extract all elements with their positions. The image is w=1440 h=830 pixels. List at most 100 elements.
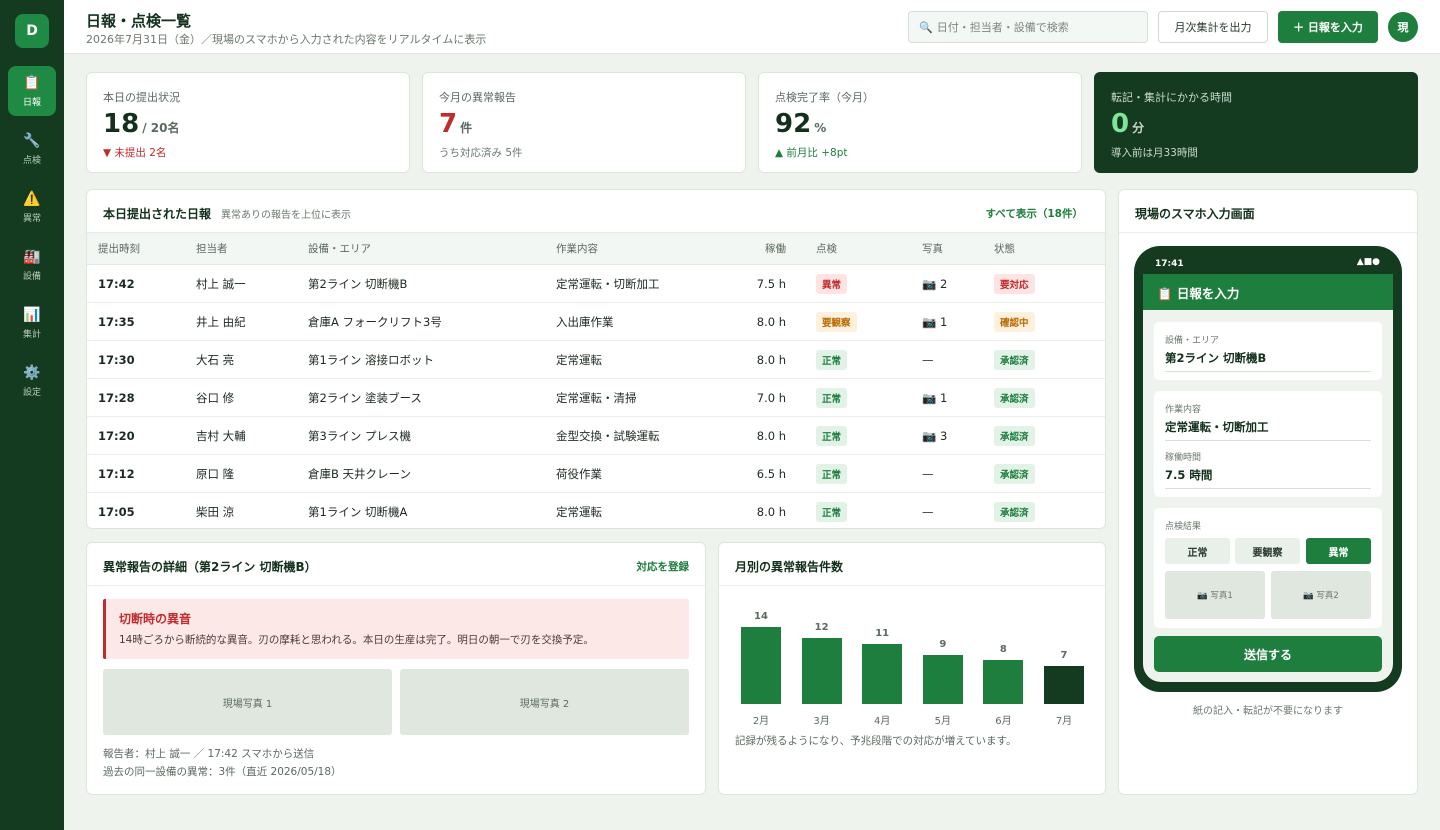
submit-time-cell: 17:42 — [87, 264, 196, 303]
operating-hours-cell: 6.5 h — [728, 454, 816, 493]
table-row[interactable]: 17:28 谷口 修 第2ライン 塗装ブース 定常運転・清掃 7.0 h 正常 📷 1 承認済 — [87, 378, 1105, 417]
sidebar-item-label: 点検 — [22, 155, 41, 166]
operating-hours-cell: 8.0 h — [728, 302, 816, 341]
phone-form-header: 📋 日報を入力 — [1143, 274, 1393, 310]
new-report-button[interactable]: ＋ 日報を入力 — [1278, 11, 1378, 43]
sidebar-item-summary[interactable]: 📊 集計 — [8, 298, 56, 348]
send-button[interactable]: 送信する — [1154, 636, 1382, 672]
work-input[interactable]: 定常運転・切断加工 — [1165, 419, 1371, 441]
operating-hours-cell: 7.0 h — [728, 378, 816, 417]
assignee-cell: 原口 隆 — [196, 454, 308, 493]
assignee: 原口 隆 — [196, 466, 235, 481]
sidebar-item-inspection[interactable]: 🔧 点検 — [8, 124, 56, 174]
table-row[interactable]: 17:35 井上 由紀 倉庫A フォークリフト3号 入出庫作業 8.0 h 要観察 📷 1 確… — [87, 302, 1105, 341]
monthly-anomaly-chart-card: 月別の異常報告件数 14 2月 12 3月 11 4月 9 5月 8 6月 7 7月 記録が残るように… — [718, 542, 1106, 795]
operating-hours: 8.0 h — [756, 504, 786, 519]
assignee-cell: 大石 亮 — [196, 340, 308, 379]
equipment-area: 第3ライン プレス機 — [308, 428, 411, 443]
check-badge-cell: 正常 — [816, 340, 922, 379]
operating-hours-cell: 8.0 h — [728, 416, 816, 455]
equipment-area-cell: 倉庫A フォークリフト3号 — [308, 302, 556, 341]
equipment-area: 倉庫B 天井クレーン — [308, 466, 411, 481]
table-row[interactable]: 17:20 吉村 大輔 第3ライン プレス機 金型交換・試験運転 8.0 h 正常 📷 3 承… — [87, 416, 1105, 455]
option-watch-button[interactable]: 要観察 — [1235, 538, 1300, 564]
x-tick-label: 3月 — [813, 716, 830, 727]
site-photo-1[interactable]: 現場写真 1 — [103, 669, 392, 735]
column-header[interactable]: 稼働 — [728, 232, 816, 265]
work-content: 定常運転 — [556, 504, 602, 519]
check-badge: 正常 — [816, 501, 848, 522]
table-row[interactable]: 17:42 村上 誠一 第2ライン 切断機B 定常運転・切断加工 7.5 h 異常 📷 2 要… — [87, 264, 1105, 303]
submit-time-cell: 17:05 — [87, 492, 196, 528]
column-header[interactable]: 状態 — [994, 232, 1105, 265]
bar-value-label: 11 — [875, 627, 890, 639]
show-all-link[interactable]: すべて表示（18件） — [986, 206, 1083, 221]
photo-count-cell: 📷 2 — [922, 264, 994, 303]
kpi-completion-rate: 点検完了率（今月） 92% ▲ 前月比 +8pt — [758, 72, 1082, 173]
check-badge-cell: 正常 — [816, 378, 922, 417]
sidebar-item-daily-report[interactable]: 📋 日報 — [8, 66, 56, 116]
table-row[interactable]: 17:30 大石 亮 第1ライン 溶接ロボット 定常運転 8.0 h 正常 — 承認済 — [87, 340, 1105, 379]
avatar[interactable]: 現 — [1388, 12, 1418, 42]
status-badge: 承認済 — [994, 501, 1035, 522]
phone-work-fields: 作業内容 定常運転・切断加工 稼働時間 7.5 時間 — [1154, 391, 1382, 497]
column-header[interactable]: 作業内容 — [556, 232, 728, 265]
sidebar-item-equipment[interactable]: 🏭 設備 — [8, 240, 56, 290]
wrench-icon: 🔧 — [23, 132, 41, 149]
kpi-transcription-time: 転記・集計にかかる時間 0分 導入前は月33時間 — [1094, 72, 1418, 173]
register-action-link[interactable]: 対応を登録 — [637, 559, 690, 574]
x-tick-label: 4月 — [874, 716, 891, 727]
status-badge: 確認中 — [994, 311, 1035, 332]
phone-area-field[interactable]: 設備・エリア 第2ライン 切断機B — [1154, 322, 1382, 380]
alert-body: 14時ごろから断続的な異音。刃の摩耗と思われる。本日の生産は完了。明日の朝一で刃… — [119, 634, 594, 646]
reports-subtitle: 異常ありの報告を上位に表示 — [221, 210, 352, 221]
column-header[interactable]: 設備・エリア — [308, 232, 556, 265]
sidebar-item-anomaly[interactable]: ⚠️ 異常 — [8, 182, 56, 232]
photo-count-cell: 📷 1 — [922, 302, 994, 341]
sidebar-item-label: 設定 — [22, 387, 41, 398]
photo-count-cell: 📷 1 — [922, 378, 994, 417]
kpi-label: 転記・集計にかかる時間 — [1111, 91, 1232, 104]
search-input[interactable]: 🔍 日付・担当者・設備で検索 — [908, 11, 1148, 43]
sidebar-item-settings[interactable]: ⚙️ 設定 — [8, 356, 56, 406]
option-normal-button[interactable]: 正常 — [1165, 538, 1230, 564]
column-header[interactable]: 点検 — [816, 232, 922, 265]
hours-input[interactable]: 7.5 時間 — [1165, 467, 1371, 489]
work-content-cell: 荷役作業 — [556, 454, 728, 493]
table-row[interactable]: 17:05 柴田 涼 第1ライン 切断機A 定常運転 8.0 h 正常 — 承認済 — [87, 492, 1105, 528]
factory-icon: 🏭 — [23, 248, 41, 265]
assignee: 大石 亮 — [196, 352, 235, 367]
reports-title: 本日提出された日報 — [103, 207, 212, 221]
kpi-value: 92 — [775, 109, 812, 139]
equipment-area-cell: 第2ライン 切断機B — [308, 264, 556, 303]
field-label: 稼働時間 — [1165, 453, 1202, 463]
search-icon: 🔍 — [919, 20, 933, 34]
kpi-value: 18 — [103, 109, 140, 139]
option-abnormal-button[interactable]: 異常 — [1306, 538, 1371, 564]
check-badge: 正常 — [816, 463, 848, 484]
equipment-area: 倉庫A フォークリフト3号 — [308, 314, 442, 329]
kpi-note: ▲ 前月比 +8pt — [775, 147, 848, 159]
kpi-unit: 件 — [460, 121, 473, 135]
status-badge-cell: 承認済 — [994, 416, 1105, 455]
alert-title: 切断時の異音 — [119, 612, 192, 626]
divider — [1119, 232, 1417, 233]
kpi-label: 今月の異常報告 — [439, 91, 516, 104]
export-monthly-button[interactable]: 月次集計を出力 — [1158, 11, 1268, 43]
assignee: 柴田 涼 — [196, 504, 235, 519]
submit-time: 17:42 — [98, 276, 135, 291]
photo-count-cell: — — [922, 492, 994, 528]
kpi-value-row: 7件 — [439, 109, 472, 139]
column-header[interactable]: 担当者 — [196, 232, 308, 265]
column-header[interactable]: 提出時刻 — [87, 232, 196, 265]
status-badge: 承認済 — [994, 387, 1035, 408]
operating-hours: 8.0 h — [756, 314, 786, 329]
site-photo-2[interactable]: 現場写真 2 — [400, 669, 689, 735]
table-row[interactable]: 17:12 原口 隆 倉庫B 天井クレーン 荷役作業 6.5 h 正常 — 承認済 — [87, 454, 1105, 493]
check-badge: 異常 — [816, 273, 848, 294]
x-tick-label: 5月 — [934, 716, 951, 727]
kpi-label: 点検完了率（今月） — [775, 91, 874, 104]
photo-slot-2[interactable]: 📷 写真2 — [1271, 571, 1371, 619]
column-header[interactable]: 写真 — [922, 232, 994, 265]
photo-slot-1[interactable]: 📷 写真1 — [1165, 571, 1265, 619]
